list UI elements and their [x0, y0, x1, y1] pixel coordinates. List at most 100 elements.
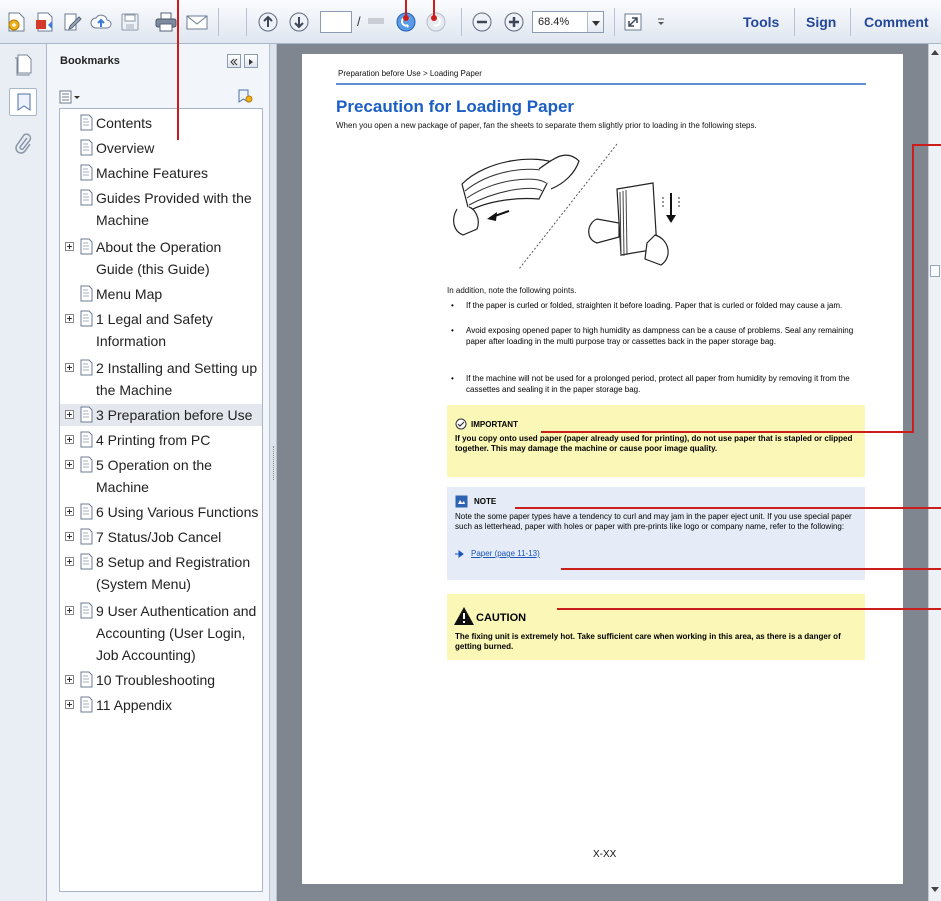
- callout-dot-back: [403, 15, 409, 21]
- bookmark-item[interactable]: 6 Using Various Functions: [60, 501, 262, 523]
- bookmarks-tab[interactable]: [9, 88, 37, 116]
- tools-button[interactable]: Tools: [743, 14, 779, 30]
- bookmark-item[interactable]: About the Operation Guide (this Guide): [60, 236, 262, 280]
- paper-fanning-illustration: [453, 143, 680, 270]
- email-icon[interactable]: [184, 10, 210, 34]
- convert-icon[interactable]: [33, 10, 57, 34]
- zoom-in-icon[interactable]: [502, 10, 526, 34]
- bookmark-item[interactable]: 4 Printing from PC: [60, 429, 262, 451]
- bookmark-label: 5 Operation on the Machine: [96, 457, 212, 495]
- create-pdf-icon[interactable]: [5, 10, 29, 34]
- bookmark-item[interactable]: 2 Installing and Setting up the Machine: [60, 357, 262, 401]
- scroll-up-icon[interactable]: [931, 50, 939, 55]
- bookmark-label: 1 Legal and Safety Information: [96, 311, 213, 349]
- expand-icon[interactable]: [65, 314, 74, 323]
- bookmark-item[interactable]: Contents: [60, 112, 262, 134]
- fit-window-icon[interactable]: [622, 10, 644, 34]
- bookmark-item[interactable]: Menu Map: [60, 283, 262, 305]
- bookmark-label: 3 Preparation before Use: [96, 407, 253, 423]
- expand-icon[interactable]: [65, 557, 74, 566]
- info-icon: [455, 495, 468, 508]
- bookmark-label: 9 User Authentication and Accounting (Us…: [96, 603, 257, 663]
- bookmark-item[interactable]: Machine Features: [60, 162, 262, 184]
- expand-icon[interactable]: [65, 410, 74, 419]
- warning-icon: [454, 607, 474, 625]
- panel-splitter[interactable]: [269, 44, 277, 901]
- zoom-select[interactable]: 68.4%: [532, 11, 604, 33]
- document-page: Preparation before Use > Loading Paper P…: [302, 54, 903, 884]
- expand-icon[interactable]: [65, 700, 74, 709]
- expand-icon[interactable]: [65, 435, 74, 444]
- bookmark-icon: [80, 456, 93, 473]
- bullet-item: Avoid exposing opened paper to high humi…: [447, 325, 867, 347]
- bookmark-icon: [80, 238, 93, 255]
- vertical-scrollbar[interactable]: [928, 44, 941, 901]
- note-box: NOTE Note the some paper types have a te…: [447, 487, 865, 580]
- caution-box: CAUTION The fixing unit is extremely hot…: [447, 594, 865, 660]
- important-title: IMPORTANT: [471, 420, 518, 429]
- upload-icon[interactable]: [89, 10, 113, 34]
- callout-line-note: [515, 507, 941, 509]
- expand-icon[interactable]: [65, 606, 74, 615]
- pages-icon[interactable]: [12, 52, 34, 81]
- bookmark-icon: [80, 139, 93, 156]
- bookmark-item[interactable]: 3 Preparation before Use: [60, 404, 262, 426]
- bookmark-label: Machine Features: [96, 165, 209, 181]
- toolbar: / 68.4% Tools Sign Comment: [0, 0, 941, 44]
- panel-title: Bookmarks: [60, 55, 120, 67]
- scroll-down-icon[interactable]: [931, 887, 939, 892]
- bookmark-item[interactable]: 5 Operation on the Machine: [60, 454, 262, 498]
- panel-tools: [47, 78, 269, 108]
- zoom-out-icon[interactable]: [470, 10, 494, 34]
- print-icon[interactable]: [153, 10, 179, 34]
- bookmark-label: Guides Provided with the Machine: [96, 190, 252, 228]
- bookmark-item[interactable]: Guides Provided with the Machine: [60, 187, 262, 231]
- page-down-icon[interactable]: [287, 10, 311, 34]
- bookmark-item[interactable]: 9 User Authentication and Accounting (Us…: [60, 600, 262, 666]
- bookmark-icon: [80, 553, 93, 570]
- options-menu-icon[interactable]: [59, 90, 81, 104]
- bookmark-label: 11 Appendix: [96, 697, 173, 713]
- bookmark-icon: [80, 406, 93, 423]
- bookmark-icon: [80, 696, 93, 713]
- chevron-down-icon[interactable]: [587, 12, 603, 32]
- save-icon[interactable]: [118, 10, 142, 34]
- edit-icon[interactable]: [61, 10, 85, 34]
- expand-icon[interactable]: [65, 363, 74, 372]
- comment-button[interactable]: Comment: [864, 14, 929, 30]
- attachments-icon[interactable]: [13, 132, 33, 161]
- forward-view-icon[interactable]: [424, 10, 448, 34]
- expand-icon[interactable]: [65, 507, 74, 516]
- arrow-right-icon: [455, 550, 464, 558]
- callout-line-important: [541, 431, 914, 433]
- bookmark-icon: [80, 189, 93, 206]
- paper-page-link[interactable]: Paper (page 11-13): [471, 549, 540, 559]
- expand-icon[interactable]: [65, 532, 74, 541]
- pdf-reader-window: / 68.4% Tools Sign Comment Bookmarks Con…: [0, 0, 941, 901]
- header-rule: [336, 83, 866, 85]
- bookmarks-icon: [17, 93, 31, 111]
- collapse-panel-icon[interactable]: [227, 54, 241, 68]
- expand-icon[interactable]: [65, 242, 74, 251]
- bookmark-label: 8 Setup and Registration (System Menu): [96, 554, 251, 592]
- bookmark-icon: [80, 671, 93, 688]
- navigation-rail: [0, 44, 47, 901]
- document-view[interactable]: Preparation before Use > Loading Paper P…: [277, 44, 928, 901]
- bookmark-item[interactable]: 8 Setup and Registration (System Menu): [60, 551, 262, 595]
- expand-icon[interactable]: [65, 675, 74, 684]
- bookmark-item[interactable]: 10 Troubleshooting: [60, 669, 262, 691]
- bookmark-item[interactable]: 1 Legal and Safety Information: [60, 308, 262, 352]
- bookmark-item[interactable]: Overview: [60, 137, 262, 159]
- splitter-grip[interactable]: [273, 446, 274, 480]
- expand-panel-icon[interactable]: [244, 54, 258, 68]
- page-number-input[interactable]: [320, 11, 352, 33]
- page-total: [368, 18, 384, 24]
- bookmark-item[interactable]: 7 Status/Job Cancel: [60, 526, 262, 548]
- sign-button[interactable]: Sign: [806, 14, 836, 30]
- page-up-icon[interactable]: [256, 10, 280, 34]
- bookmark-settings-icon[interactable]: [237, 88, 253, 109]
- toolbar-more-icon[interactable]: [654, 10, 668, 34]
- bookmark-item[interactable]: 11 Appendix: [60, 694, 262, 716]
- expand-icon[interactable]: [65, 460, 74, 469]
- scroll-thumb[interactable]: [930, 265, 940, 277]
